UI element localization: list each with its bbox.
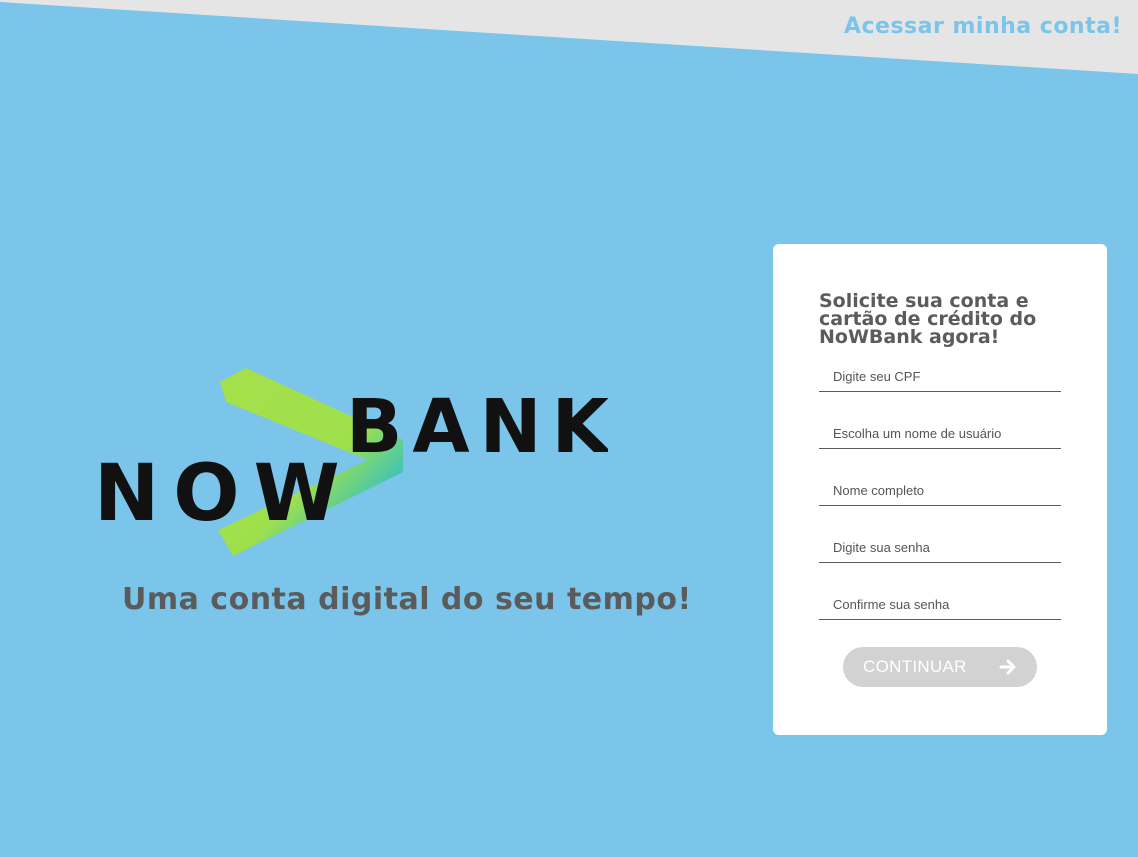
fullname-input[interactable] xyxy=(819,475,1061,505)
header-band xyxy=(0,0,1138,74)
password-input[interactable] xyxy=(819,532,1061,562)
logo-word-now: NOW xyxy=(94,449,354,539)
arrow-right-icon xyxy=(999,659,1016,675)
fullname-field xyxy=(819,475,1061,506)
cpf-field xyxy=(819,361,1061,392)
login-link[interactable]: Acessar minha conta! xyxy=(844,14,1122,39)
password-field xyxy=(819,532,1061,563)
continue-button[interactable]: CONTINUAR xyxy=(843,647,1037,687)
signup-card: Solicite sua conta e cartão de crédito d… xyxy=(773,244,1107,735)
signup-title: Solicite sua conta e cartão de crédito d… xyxy=(819,290,1037,348)
continue-button-label: CONTINUAR xyxy=(863,657,967,676)
username-input[interactable] xyxy=(819,418,1061,448)
logo-word-bank: BANK xyxy=(346,384,608,470)
confirm-password-input[interactable] xyxy=(819,589,1061,619)
tagline: Uma conta digital do seu tempo! xyxy=(122,582,692,617)
nowbank-logo: NOW BANK xyxy=(88,360,609,570)
username-field xyxy=(819,418,1061,449)
cpf-input[interactable] xyxy=(819,361,1061,391)
confirm-password-field xyxy=(819,589,1061,620)
